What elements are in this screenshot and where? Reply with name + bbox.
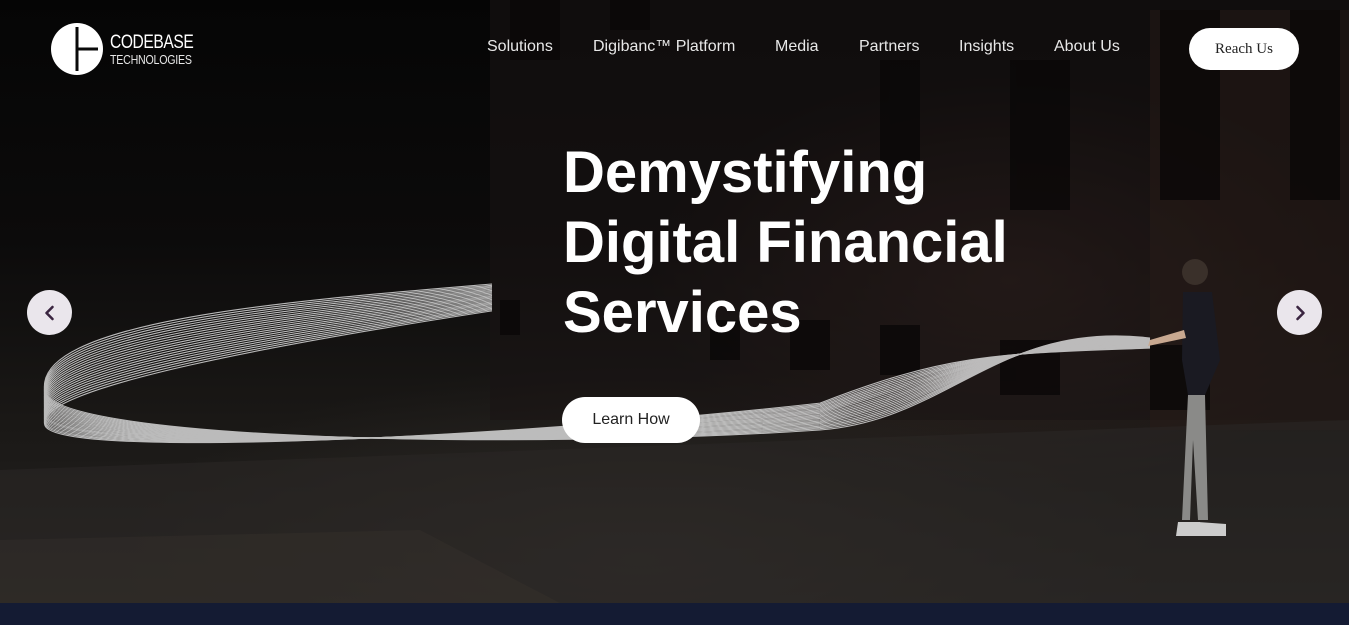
next-section-band <box>0 603 1349 625</box>
chevron-left-icon <box>44 305 54 320</box>
brand-line2: TECHNOLOGIES <box>110 51 192 67</box>
chevron-right-icon <box>1295 305 1305 320</box>
hero-headline: Demystifying Digital Financial Services <box>563 138 1123 348</box>
carousel-next-button[interactable] <box>1277 290 1322 335</box>
learn-how-button[interactable]: Learn How <box>562 397 700 443</box>
hero-section: CODEBASE TECHNOLOGIES Solutions Digibanc… <box>0 0 1349 603</box>
headline-line-1: Demystifying <box>563 140 928 205</box>
nav-item-digibanc-platform[interactable]: Digibanc™ Platform <box>593 38 735 56</box>
headline-line-3: Services <box>563 280 802 345</box>
brand-logo[interactable]: CODEBASE TECHNOLOGIES <box>50 22 212 76</box>
nav-item-media[interactable]: Media <box>775 38 819 56</box>
codebase-logo-icon <box>51 23 103 75</box>
headline-line-2: Digital Financial <box>563 210 1008 275</box>
brand-name: CODEBASE TECHNOLOGIES <box>110 33 212 66</box>
brand-line1: CODEBASE <box>110 31 194 53</box>
nav-item-insights[interactable]: Insights <box>959 38 1014 56</box>
nav-item-solutions[interactable]: Solutions <box>487 38 553 56</box>
reach-us-button[interactable]: Reach Us <box>1189 28 1299 70</box>
nav-item-partners[interactable]: Partners <box>859 38 919 56</box>
carousel-prev-button[interactable] <box>27 290 72 335</box>
nav-item-about-us[interactable]: About Us <box>1054 38 1120 56</box>
